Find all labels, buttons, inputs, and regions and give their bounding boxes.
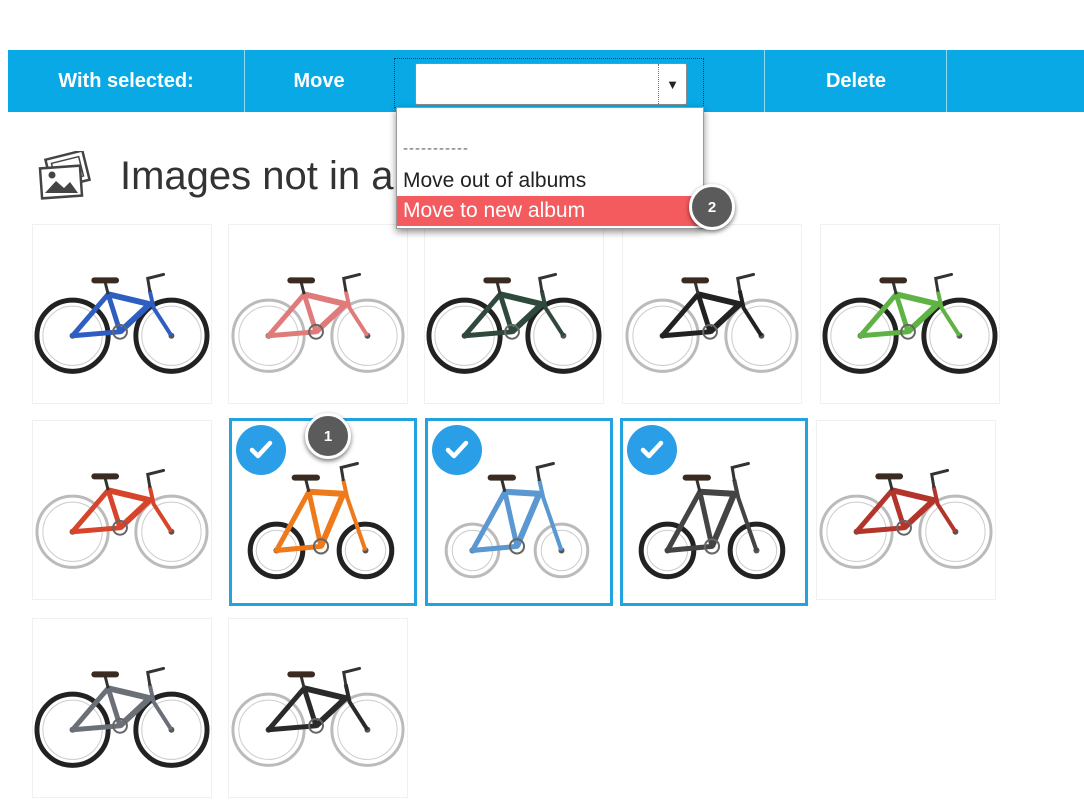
bike-illustration [819,468,993,569]
image-tile-black-cruiser-electric-bike[interactable] [228,618,408,798]
bike-illustration [231,272,405,373]
gallery-icon [38,151,92,200]
image-tile-red-electric-bike[interactable] [816,420,996,600]
image-tile-blue-folding-bike[interactable] [425,418,613,606]
image-tile-pink-fixie-bike[interactable] [228,224,408,404]
bike-illustration [426,272,602,374]
bike-illustration [34,666,210,768]
delete-button[interactable]: Delete [766,50,946,112]
chevron-down-icon[interactable]: ▼ [658,64,686,104]
dropdown-option-move-out-of-albums[interactable]: Move out of albums [397,166,703,196]
bike-illustration [822,272,998,374]
move-select-focus-ring: ▼ [394,58,704,108]
image-tile-grey-folding-bike[interactable] [620,418,808,606]
image-tile-red-mountain-bike[interactable] [32,420,212,600]
image-tile-black-mountain-bike[interactable] [622,224,802,404]
section-heading: Images not in a [36,146,394,206]
step-callout-2: 2 [689,184,735,230]
bike-illustration [231,666,405,767]
bulk-action-toolbar: With selected: Move ▼ Delete [8,50,1084,112]
toolbar-divider [946,50,947,112]
selected-check-icon[interactable] [236,425,286,475]
dropdown-option-move-to-new-album[interactable]: Move to new album [397,196,703,226]
image-tile-green-full-suspension-bike[interactable] [820,224,1000,404]
image-tile-grey-electric-bike[interactable] [32,618,212,798]
with-selected-label: With selected: [58,69,194,92]
bike-illustration [35,468,209,569]
move-label: Move [293,69,345,92]
toolbar-divider [764,50,765,112]
page-title: Images not in a [120,153,394,198]
bike-illustration [34,272,210,374]
dropdown-option-separator[interactable]: ----------- [397,134,703,164]
selected-check-icon[interactable] [627,425,677,475]
step-callout-1: 1 [305,413,351,459]
selected-check-icon[interactable] [432,425,482,475]
image-tile-blue-comfort-bike[interactable] [32,224,212,404]
move-dropdown-menu: ----------- Move out of albums Move to n… [396,107,704,229]
image-tile-dark-green-city-bike[interactable] [424,224,604,404]
bike-illustration [625,272,799,373]
move-album-select[interactable]: ▼ [415,63,687,105]
